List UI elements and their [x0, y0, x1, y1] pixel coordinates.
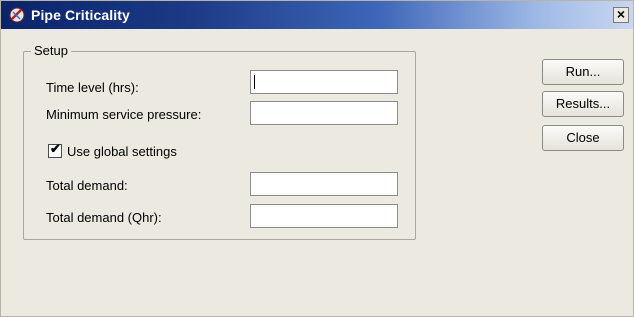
time-level-input[interactable] [250, 70, 398, 94]
time-level-label: Time level (hrs): [46, 80, 139, 95]
use-global-settings-checkbox[interactable]: ✔ [48, 141, 62, 158]
total-demand-qhr-label: Total demand (Qhr): [46, 210, 162, 225]
total-demand-qhr-input[interactable] [250, 204, 398, 228]
close-window-button[interactable]: × [613, 7, 629, 23]
checkmark-icon: ✔ [50, 141, 61, 156]
results-button[interactable]: Results... [542, 91, 624, 117]
min-service-pressure-input[interactable] [250, 101, 398, 125]
min-service-pressure-label: Minimum service pressure: [46, 107, 202, 122]
total-demand-input[interactable] [250, 172, 398, 196]
pipe-criticality-dialog: Pipe Criticality × Setup Time level (hrs… [0, 0, 634, 317]
text-caret [254, 75, 255, 89]
close-button[interactable]: Close [542, 125, 624, 151]
window-title: Pipe Criticality [31, 7, 130, 23]
setup-group-legend: Setup [31, 43, 71, 58]
total-demand-label: Total demand: [46, 178, 128, 193]
run-button[interactable]: Run... [542, 59, 624, 85]
use-global-settings-label: Use global settings [67, 144, 177, 159]
title-bar: Pipe Criticality × [1, 1, 633, 29]
app-icon [9, 7, 25, 23]
